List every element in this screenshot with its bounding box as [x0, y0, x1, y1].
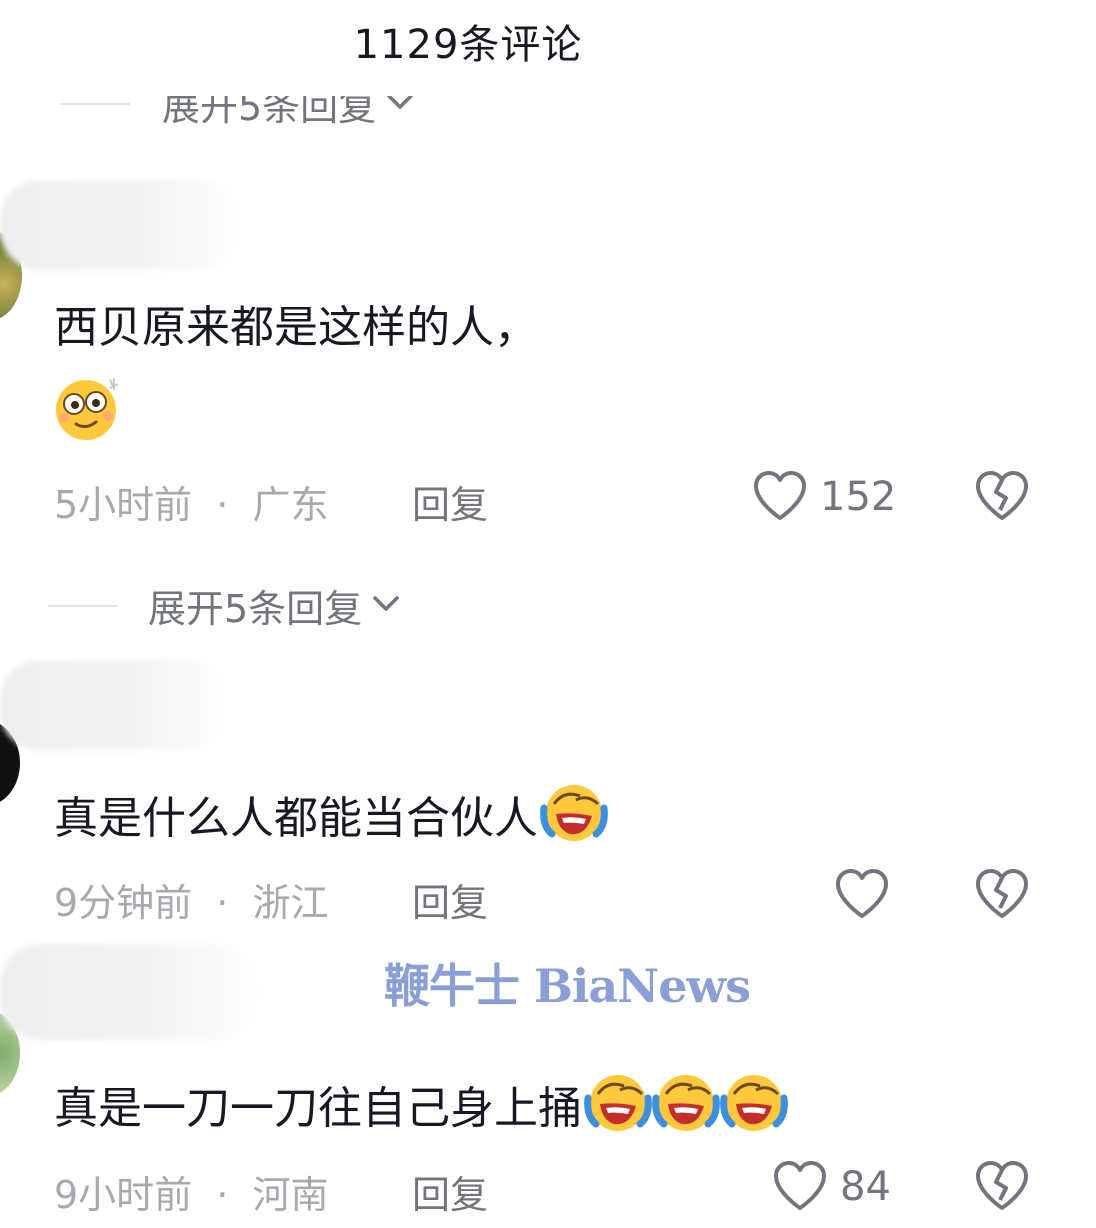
- like-count: 152: [820, 474, 897, 520]
- comment-location: 河南: [252, 1173, 329, 1217]
- crying-laughing-emoji-icon: [720, 1072, 788, 1150]
- watermark: 鞭牛士 BiaNews: [384, 959, 751, 1013]
- reply-button[interactable]: 回复: [412, 474, 488, 529]
- dislike-button[interactable]: [974, 868, 1030, 924]
- heart-icon: [774, 1161, 826, 1210]
- comments-count-title: 1129条评论: [353, 22, 583, 68]
- username-blurred[interactable]: [0, 180, 240, 270]
- comment-text: 西贝原来都是这样的人，: [54, 302, 538, 353]
- heart-icon: [754, 471, 806, 520]
- comment-meta: 9分钟前 · 浙江: [54, 872, 328, 927]
- comment-location: 浙江: [252, 881, 329, 925]
- broken-heart-icon: [976, 1161, 1028, 1210]
- divider-line: [60, 102, 130, 105]
- chevron-down-icon: [386, 96, 414, 116]
- reply-button[interactable]: 回复: [412, 872, 488, 927]
- expand-replies-label: 展开5条回复: [162, 96, 377, 129]
- comment-time: 9分钟前: [54, 881, 193, 925]
- crying-laughing-emoji-icon: [652, 1072, 720, 1150]
- expand-replies-partial[interactable]: 展开5条回复: [60, 96, 520, 140]
- reply-button[interactable]: 回复: [412, 1164, 488, 1219]
- like-button[interactable]: [834, 868, 890, 924]
- divider-line: [48, 604, 118, 607]
- like-button[interactable]: [772, 1160, 828, 1216]
- dislike-button[interactable]: [974, 1160, 1030, 1216]
- broken-heart-icon: [976, 869, 1028, 918]
- like-button[interactable]: [752, 470, 808, 526]
- comment-location: 广东: [252, 483, 329, 527]
- meta-separator: ·: [216, 881, 229, 925]
- meta-separator: ·: [216, 1173, 229, 1217]
- comment-text: 真是一刀一刀往自己身上捅: [54, 1072, 788, 1150]
- comment-meta: 5小时前 · 广东: [54, 474, 328, 529]
- dizzy-face-emoji-icon: [52, 376, 124, 446]
- like-count: 84: [840, 1164, 891, 1210]
- heart-icon: [836, 869, 888, 918]
- comment-text-content: 真是什么人都能当合伙人: [54, 793, 538, 844]
- meta-separator: ·: [216, 483, 229, 527]
- comment-time: 5小时前: [54, 483, 193, 527]
- comment-text: 真是什么人都能当合伙人: [54, 782, 608, 860]
- broken-heart-icon: [976, 471, 1028, 520]
- dislike-button[interactable]: [974, 470, 1030, 526]
- username-blurred[interactable]: [0, 660, 228, 750]
- expand-replies[interactable]: 展开5条回复: [48, 578, 400, 633]
- chevron-down-icon: [372, 594, 400, 618]
- comment-meta: 9小时前 · 河南: [54, 1164, 328, 1219]
- crying-laughing-emoji-icon: [540, 782, 608, 860]
- comment-time: 9小时前: [54, 1173, 193, 1217]
- username-blurred[interactable]: [0, 944, 260, 1040]
- comment-text-content: 真是一刀一刀往自己身上捅: [54, 1083, 582, 1134]
- expand-replies-label: 展开5条回复: [148, 587, 363, 631]
- crying-laughing-emoji-icon: [584, 1072, 652, 1150]
